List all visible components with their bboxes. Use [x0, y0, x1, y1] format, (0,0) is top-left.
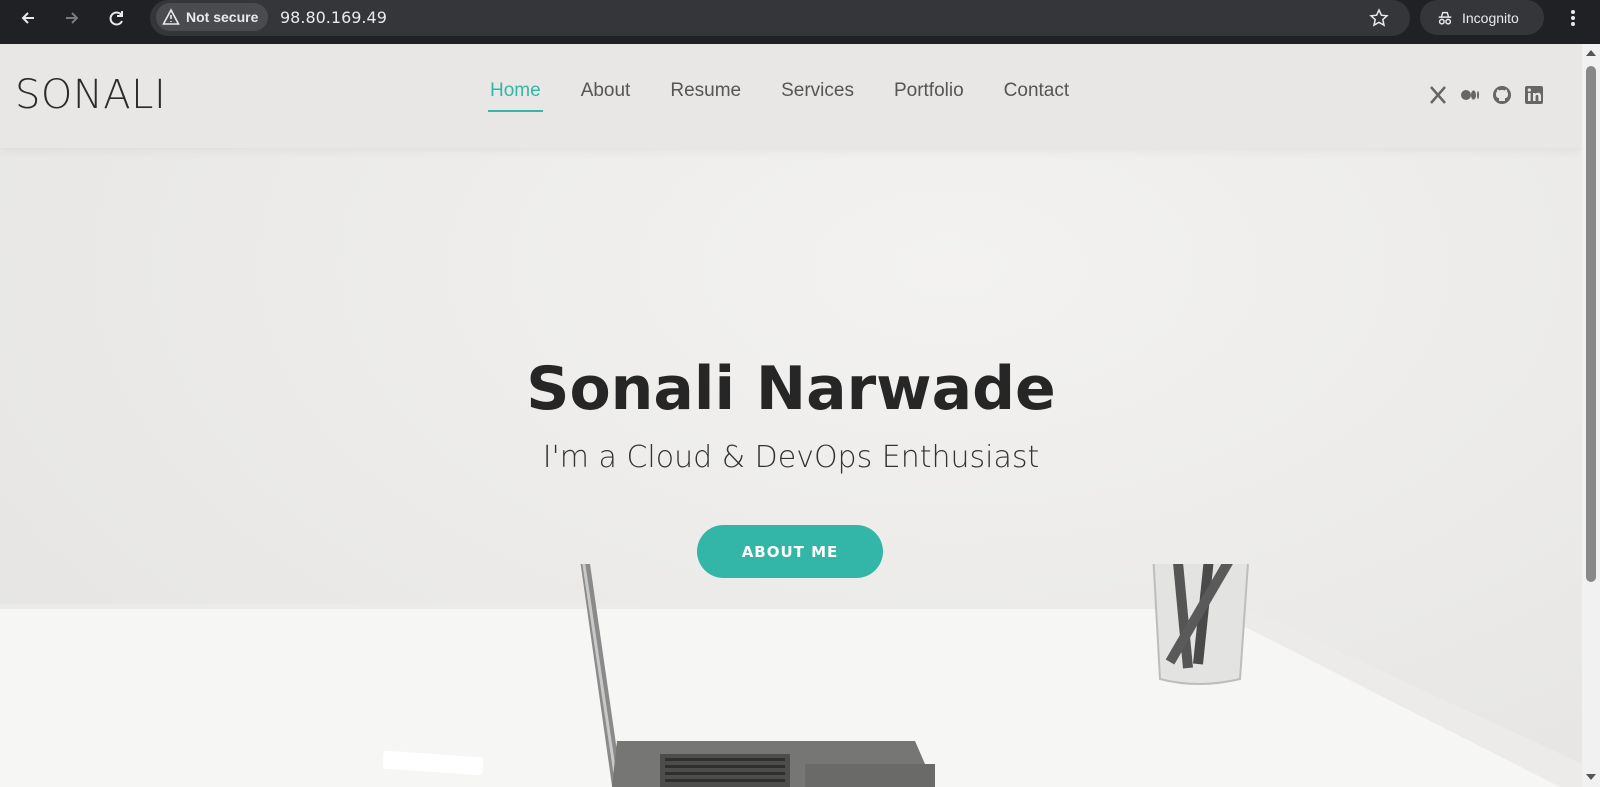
about-me-button[interactable]: ABOUT ME	[697, 525, 883, 578]
incognito-icon	[1438, 11, 1452, 25]
social-links	[1428, 84, 1544, 106]
nav-resume[interactable]: Resume	[670, 80, 741, 112]
nav-portfolio[interactable]: Portfolio	[894, 80, 964, 112]
browser-menu-icon[interactable]	[1562, 4, 1584, 32]
medium-icon[interactable]	[1460, 84, 1480, 106]
scroll-up-arrow-icon[interactable]	[1586, 50, 1596, 56]
x-twitter-icon[interactable]	[1428, 84, 1448, 106]
nav-home[interactable]: Home	[488, 80, 543, 112]
address-bar[interactable]: Not secure 98.80.169.49	[150, 0, 1410, 36]
warning-triangle-icon	[162, 8, 180, 25]
scroll-thumb[interactable]	[1586, 66, 1596, 582]
incognito-label: Incognito	[1462, 9, 1519, 26]
reload-icon[interactable]	[103, 4, 131, 32]
nav-about[interactable]: About	[581, 80, 631, 112]
page-viewport: SONALI Home About Resume Services Portfo…	[0, 44, 1582, 787]
site-header: SONALI Home About Resume Services Portfo…	[0, 44, 1582, 148]
browser-toolbar: Not secure 98.80.169.49 Incognito	[0, 0, 1600, 44]
security-indicator[interactable]: Not secure	[156, 3, 269, 31]
page-scrollbar[interactable]	[1582, 44, 1600, 787]
main-nav: Home About Resume Services Portfolio Con…	[488, 80, 1069, 112]
incognito-indicator[interactable]: Incognito	[1420, 0, 1544, 35]
bookmark-star-icon[interactable]	[1365, 4, 1393, 32]
hero-title: Sonali Narwade	[526, 354, 1056, 424]
scroll-down-arrow-icon[interactable]	[1586, 774, 1596, 780]
github-icon[interactable]	[1492, 84, 1512, 106]
linkedin-icon[interactable]	[1524, 84, 1544, 106]
back-arrow-icon[interactable]	[14, 4, 42, 32]
nav-contact[interactable]: Contact	[1004, 80, 1069, 112]
nav-services[interactable]: Services	[781, 80, 854, 112]
forward-arrow-icon[interactable]	[58, 4, 86, 32]
security-label: Not secure	[186, 9, 259, 25]
site-logo[interactable]: SONALI	[15, 72, 166, 118]
desk-photo-illustration	[0, 564, 1582, 787]
url-text[interactable]: 98.80.169.49	[280, 8, 387, 27]
hero-subtitle: I'm a Cloud & DevOps Enthusiast	[542, 440, 1040, 475]
